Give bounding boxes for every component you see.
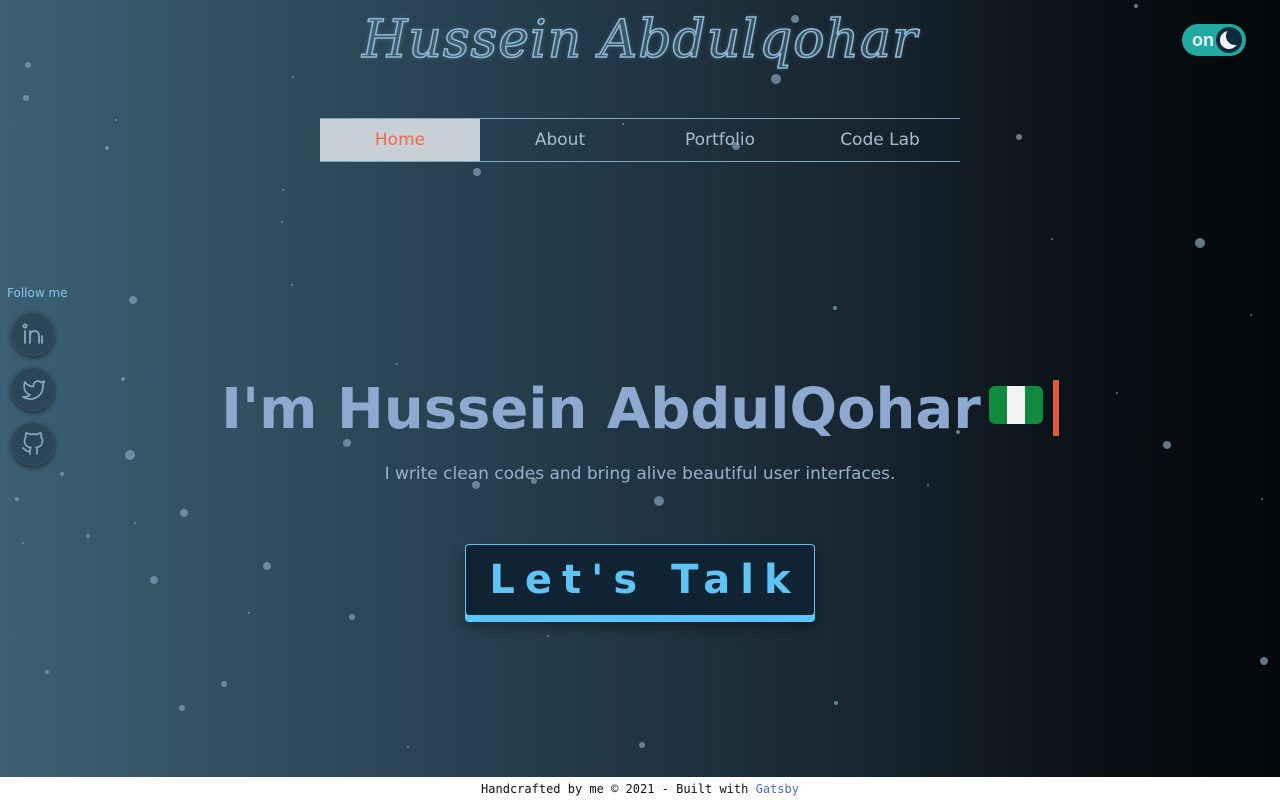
- star-dot: [834, 701, 838, 705]
- theme-toggle-label: on: [1192, 30, 1214, 50]
- star-dot: [45, 670, 49, 674]
- linkedin-link[interactable]: [11, 312, 55, 356]
- star-dot: [129, 296, 137, 304]
- star-dot: [396, 363, 398, 365]
- star-dot: [349, 614, 355, 620]
- star-dot: [1016, 134, 1022, 140]
- follow-me-label: Follow me: [7, 286, 68, 300]
- star-dot: [150, 576, 158, 584]
- main-nav: Home About Portfolio Code Lab: [320, 118, 960, 162]
- linkedin-icon: [22, 323, 43, 344]
- star-dot: [134, 522, 136, 524]
- star-dot: [654, 496, 664, 506]
- nav-item-about[interactable]: About: [480, 119, 640, 161]
- nav-item-home[interactable]: Home: [320, 119, 480, 161]
- hero-title-text: I'm Hussein AbdulQohar: [221, 377, 981, 442]
- star-dot: [86, 534, 90, 538]
- nav-item-code-lab[interactable]: Code Lab: [800, 119, 960, 161]
- star-dot: [22, 542, 24, 544]
- star-dot: [125, 450, 135, 460]
- star-dot: [23, 95, 29, 101]
- star-dot: [292, 76, 294, 78]
- star-dot: [1051, 238, 1053, 240]
- footer: Handcrafted by me © 2021 - Built with Ga…: [0, 777, 1280, 800]
- star-dot: [1250, 314, 1252, 316]
- star-dot: [1163, 441, 1171, 449]
- star-dot: [282, 189, 284, 191]
- theme-toggle[interactable]: on: [1182, 24, 1246, 56]
- star-dot: [281, 221, 283, 223]
- gatsby-link[interactable]: Gatsby: [756, 782, 799, 796]
- star-dot: [639, 742, 645, 748]
- footer-text: Handcrafted by me © 2021 - Built with: [481, 781, 756, 796]
- moon-icon: [1216, 27, 1242, 53]
- star-dot: [547, 635, 549, 637]
- page-background: Hussein Abdulqohar on Home About Portfol…: [0, 0, 1280, 777]
- star-dot: [473, 168, 481, 176]
- star-dot: [221, 681, 227, 687]
- star-dot: [115, 119, 117, 121]
- nigeria-flag-icon: [988, 386, 1043, 424]
- star-dot: [179, 705, 185, 711]
- star-dot: [248, 612, 250, 614]
- typing-caret: [1052, 380, 1059, 436]
- star-dot: [771, 74, 781, 84]
- star-dot: [15, 497, 19, 501]
- star-dot: [927, 484, 929, 486]
- lets-talk-button[interactable]: Let's Talk: [465, 544, 815, 616]
- star-dot: [180, 509, 188, 517]
- site-logo[interactable]: Hussein Abdulqohar: [0, 9, 1280, 71]
- star-dot: [105, 146, 109, 150]
- star-dot: [1195, 238, 1205, 248]
- star-dot: [407, 746, 409, 748]
- star-dot: [291, 284, 293, 286]
- star-dot: [1260, 657, 1268, 665]
- star-dot: [1261, 498, 1263, 500]
- nav-item-portfolio[interactable]: Portfolio: [640, 119, 800, 161]
- hero-title: I'm Hussein AbdulQohar: [0, 377, 1280, 442]
- star-dot: [833, 306, 837, 310]
- star-dot: [263, 562, 271, 570]
- hero-subtitle: I write clean codes and bring alive beau…: [384, 464, 896, 484]
- star-dot: [1134, 4, 1138, 8]
